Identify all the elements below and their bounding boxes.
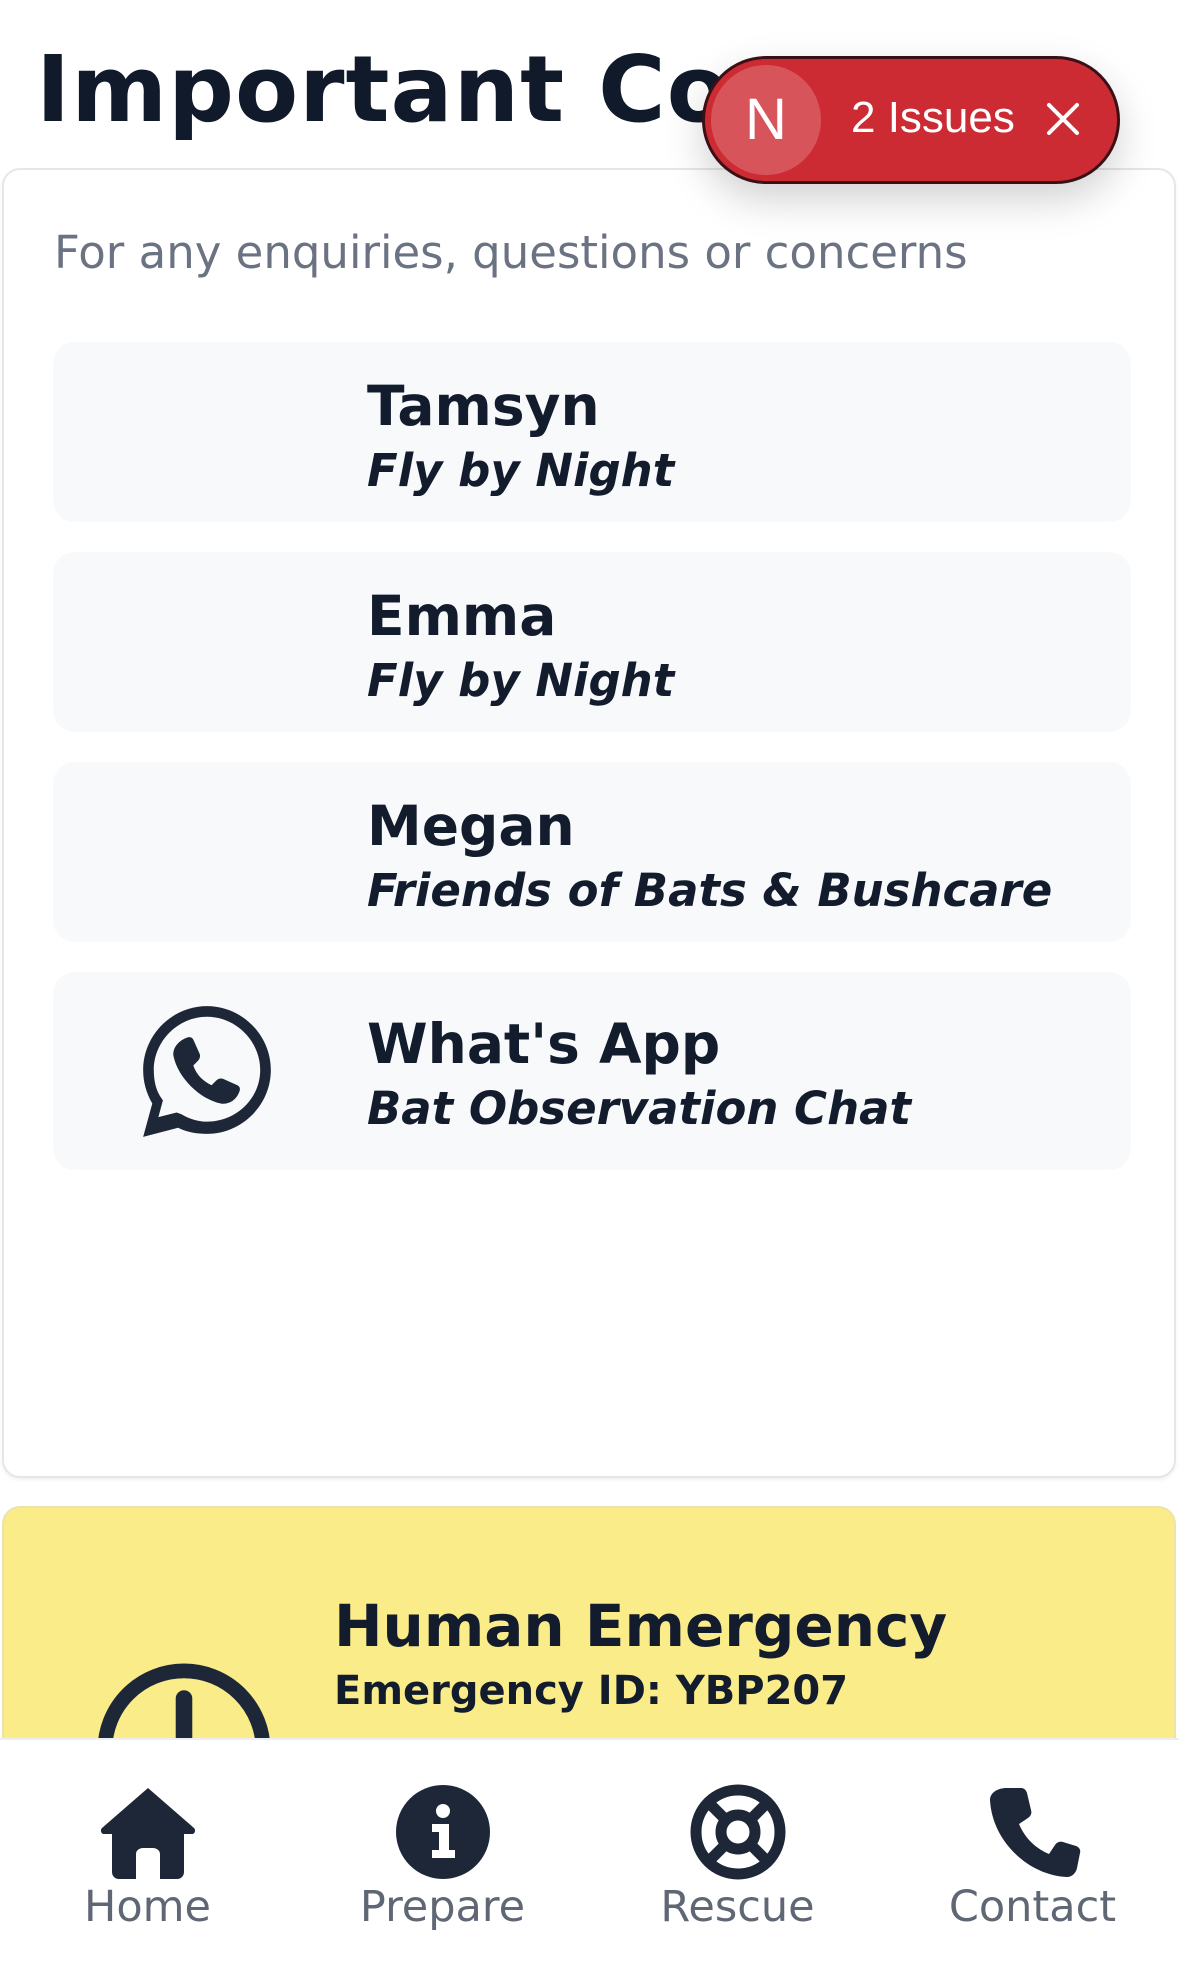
nav-item-rescue[interactable]: Rescue bbox=[590, 1740, 885, 1979]
close-icon[interactable] bbox=[1039, 95, 1087, 143]
bottom-nav: Home Prepare Rescue Contact bbox=[0, 1738, 1179, 1977]
nav-label: Rescue bbox=[660, 1882, 815, 1932]
contact-item-emma[interactable]: Emma Fly by Night bbox=[53, 552, 1131, 732]
nav-item-contact[interactable]: Contact bbox=[885, 1740, 1179, 1979]
whatsapp-icon bbox=[143, 1006, 271, 1137]
info-icon bbox=[396, 1785, 490, 1879]
nav-label: Contact bbox=[948, 1882, 1117, 1932]
nav-label: Home bbox=[84, 1882, 211, 1932]
contact-name: Megan bbox=[367, 794, 575, 858]
emergency-id: Emergency ID: YBP207 bbox=[334, 1668, 849, 1714]
nav-item-home[interactable]: Home bbox=[0, 1740, 295, 1979]
home-icon bbox=[100, 1788, 196, 1879]
issues-toast[interactable]: N 2 Issues bbox=[702, 56, 1120, 184]
lifebuoy-icon bbox=[690, 1784, 786, 1880]
emergency-card[interactable]: Human Emergency Emergency ID: YBP207 bbox=[2, 1506, 1176, 1766]
contact-organisation: Fly by Night bbox=[367, 654, 675, 707]
nextjs-logo-icon: N bbox=[711, 65, 821, 175]
nav-label: Prepare bbox=[359, 1882, 526, 1932]
contact-name: Emma bbox=[367, 584, 557, 648]
contacts-subtitle: For any enquiries, questions or concerns bbox=[54, 226, 968, 279]
contact-organisation: Friends of Bats & Bushcare bbox=[367, 864, 1053, 917]
contact-name: What's App bbox=[367, 1012, 721, 1076]
phone-icon bbox=[990, 1788, 1081, 1877]
contact-organisation: Fly by Night bbox=[367, 444, 675, 497]
contacts-card: For any enquiries, questions or concerns… bbox=[2, 168, 1176, 1478]
emergency-title: Human Emergency bbox=[334, 1592, 948, 1660]
nav-item-prepare[interactable]: Prepare bbox=[295, 1740, 590, 1979]
contact-item-megan[interactable]: Megan Friends of Bats & Bushcare bbox=[53, 762, 1131, 942]
contact-item-whatsapp[interactable]: What's App Bat Observation Chat bbox=[53, 972, 1131, 1170]
contact-name: Tamsyn bbox=[367, 374, 600, 438]
contact-organisation: Bat Observation Chat bbox=[367, 1082, 911, 1135]
contact-item-tamsyn[interactable]: Tamsyn Fly by Night bbox=[53, 342, 1131, 522]
issues-count: 2 Issues bbox=[851, 93, 1015, 142]
